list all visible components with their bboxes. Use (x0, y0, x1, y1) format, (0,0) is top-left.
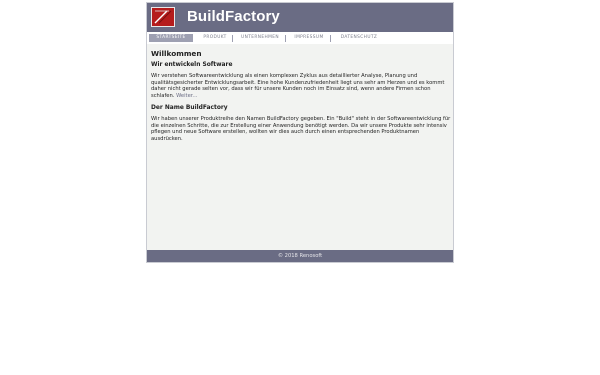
main-navigation: STARTSEITE PRODUKT UNTERNEHMEN IMPRESSUM… (147, 32, 453, 44)
site-header: BuildFactory (147, 3, 453, 32)
section-heading-name: Der Name BuildFactory (151, 105, 228, 111)
nav-divider (232, 35, 233, 42)
main-content: Willkommen Wir entwickeln Software Wir v… (151, 49, 451, 148)
more-link[interactable]: Weiter... (176, 93, 197, 99)
nav-item-produkt[interactable]: PRODUKT (199, 34, 231, 42)
section-text-name: Wir haben unserer Produktreihe den Namen… (151, 116, 451, 142)
buildfactory-logo-icon[interactable] (151, 7, 175, 27)
nav-item-unternehmen[interactable]: UNTERNEHMEN (237, 34, 283, 42)
nav-divider (285, 35, 286, 42)
nav-item-impressum[interactable]: IMPRESSUM (290, 34, 328, 42)
page-title: Willkommen (151, 49, 202, 58)
site-footer: © 2018 Renosoft (147, 250, 453, 262)
page-container: BuildFactory STARTSEITE PRODUKT UNTERNEH… (146, 2, 454, 263)
section-heading-software: Wir entwickeln Software (151, 62, 233, 68)
brand-name[interactable]: BuildFactory (187, 8, 280, 25)
nav-divider (330, 35, 331, 42)
nav-item-startseite[interactable]: STARTSEITE (149, 34, 193, 42)
copyright-text: © 2018 Renosoft (277, 253, 323, 259)
section-text-software: Wir verstehen Softwareentwicklung als ei… (151, 73, 451, 99)
nav-item-datenschutz[interactable]: DATENSCHUTZ (336, 34, 382, 42)
